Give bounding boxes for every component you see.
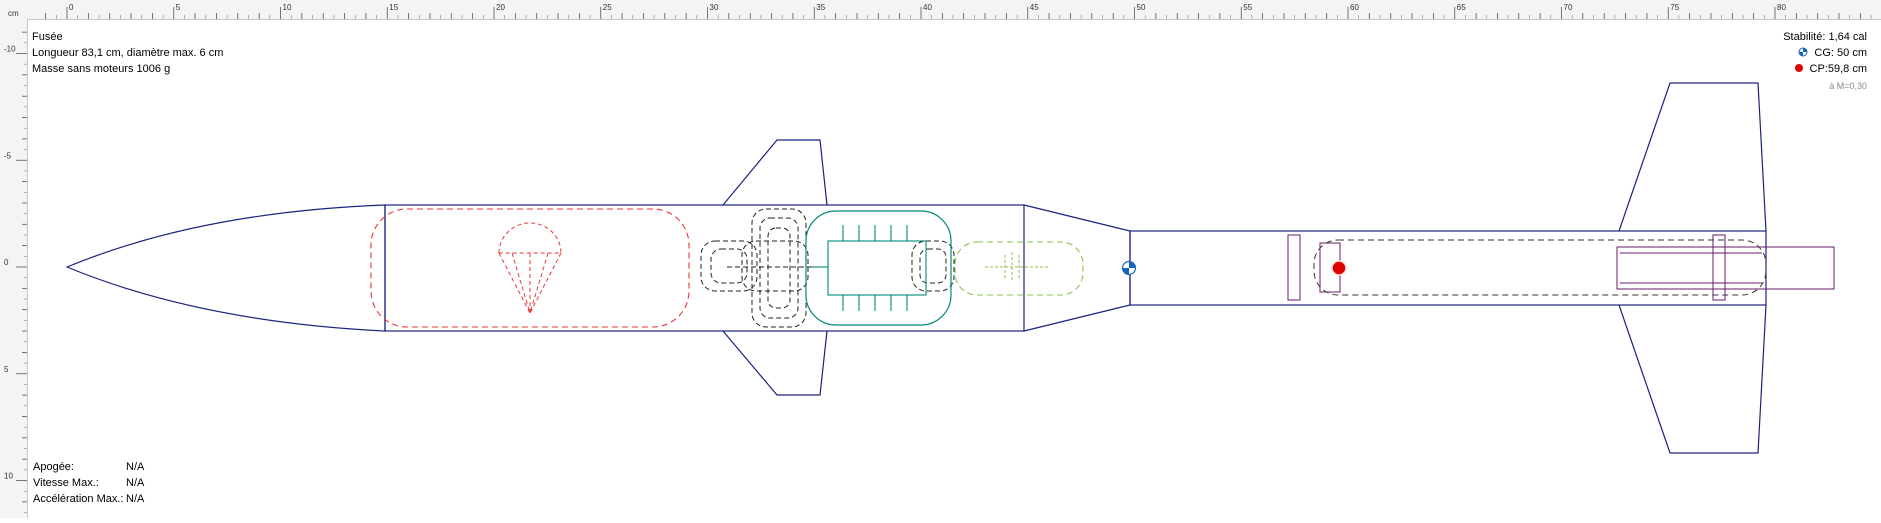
upper-fin-top[interactable] <box>722 139 828 206</box>
ruler-label: 75 <box>1670 3 1679 12</box>
rocket-info: Fusée Longueur 83,1 cm, diamètre max. 6 … <box>32 29 223 77</box>
vertical-ruler: -10 -5 0 5 10 <box>0 19 28 518</box>
mass-component-icon <box>985 252 1050 282</box>
ruler-unit: cm <box>8 9 19 18</box>
ruler-label: 15 <box>389 3 398 12</box>
ruler-label: 10 <box>4 472 13 481</box>
ruler-label: 35 <box>816 3 825 12</box>
motor-mount[interactable] <box>1287 234 1835 301</box>
ruler-label: 25 <box>603 3 612 12</box>
ruler-label: 0 <box>69 3 74 12</box>
mass-component[interactable] <box>954 241 1084 296</box>
acceleration-value: N/A <box>126 493 145 505</box>
lower-body-tube[interactable] <box>1129 230 1767 306</box>
ruler-label: 65 <box>1457 3 1466 12</box>
ruler-label: 60 <box>1350 3 1359 12</box>
ruler-label: 50 <box>1137 3 1146 12</box>
upper-body-tube[interactable] <box>384 204 1025 332</box>
lower-fin-bottom[interactable] <box>1618 304 1767 454</box>
vertical-ruler-scale: -10 -5 0 5 10 <box>4 31 27 513</box>
ruler-label: -10 <box>4 45 16 54</box>
velocity-value: N/A <box>126 477 145 489</box>
ruler-label: 0 <box>4 258 9 267</box>
ruler-label: 45 <box>1030 3 1039 12</box>
flight-info: Apogée: N/A Vitesse Max.: N/A Accélération… <box>33 459 183 507</box>
nose-cone[interactable] <box>65 204 386 332</box>
stability-label: Stabilité: 1,64 cal <box>1783 31 1867 43</box>
ruler-label: 80 <box>1777 3 1786 12</box>
apogee-row: Apogée: N/A <box>33 459 183 475</box>
lower-fin-top[interactable] <box>1618 82 1767 232</box>
cp-legend: CP:59,8 cm <box>1794 63 1867 75</box>
parachute-icon <box>498 222 562 314</box>
ruler-label: 5 <box>176 3 181 12</box>
rocket-dimensions: Longueur 83,1 cm, diamètre max. 6 cm <box>32 47 224 59</box>
ruler-label: 55 <box>1243 3 1252 12</box>
ruler-label: 40 <box>923 3 932 12</box>
velocity-row: Vitesse Max.: N/A <box>33 475 183 491</box>
mach-value: à M=0,30 <box>1829 81 1867 91</box>
acceleration-label: Accélération Max.: <box>33 493 124 505</box>
horizontal-ruler-scale: cm 0 5 10 15 20 25 30 35 40 45 50 55 60 65 70 75 80 <box>8 3 1872 19</box>
rocket-name: Fusée <box>32 31 63 43</box>
ruler-label: 5 <box>4 365 9 374</box>
acceleration-row: Accélération Max.: N/A <box>33 491 183 507</box>
ruler-label: -5 <box>4 151 12 160</box>
cp-legend-icon <box>1794 64 1803 72</box>
apogee-value: N/A <box>126 461 145 473</box>
rocket-canvas[interactable] <box>28 20 1881 518</box>
rocket-design-view: cm 0 5 10 15 20 25 30 35 40 45 50 55 60 65 70 75 80 -10-… <box>0 0 1881 518</box>
rocket-drawing <box>65 82 1835 454</box>
cg-legend: CG: 50 cm <box>1798 47 1867 59</box>
transition[interactable] <box>1023 204 1131 332</box>
ruler-label: 10 <box>283 3 292 12</box>
apogee-label: Apogée: <box>33 461 74 473</box>
horizontal-ruler: cm 0 5 10 15 20 25 30 35 40 45 50 55 60 65 70 75 80 <box>0 0 1881 20</box>
rocket-mass: Masse sans moteurs 1006 g <box>32 63 171 75</box>
ruler-label: 70 <box>1564 3 1573 12</box>
ruler-label: 30 <box>710 3 719 12</box>
upper-fin-bottom[interactable] <box>722 330 828 396</box>
cp-value: CP:59,8 cm <box>1809 63 1867 75</box>
cg-value: CG: 50 cm <box>1814 47 1867 59</box>
cg-legend-icon <box>1798 47 1808 57</box>
ruler-label: 20 <box>496 3 505 12</box>
velocity-label: Vitesse Max.: <box>33 477 99 489</box>
cg-marker <box>1121 260 1137 276</box>
circuit-board-icon <box>812 225 927 311</box>
cp-marker <box>1331 260 1347 276</box>
